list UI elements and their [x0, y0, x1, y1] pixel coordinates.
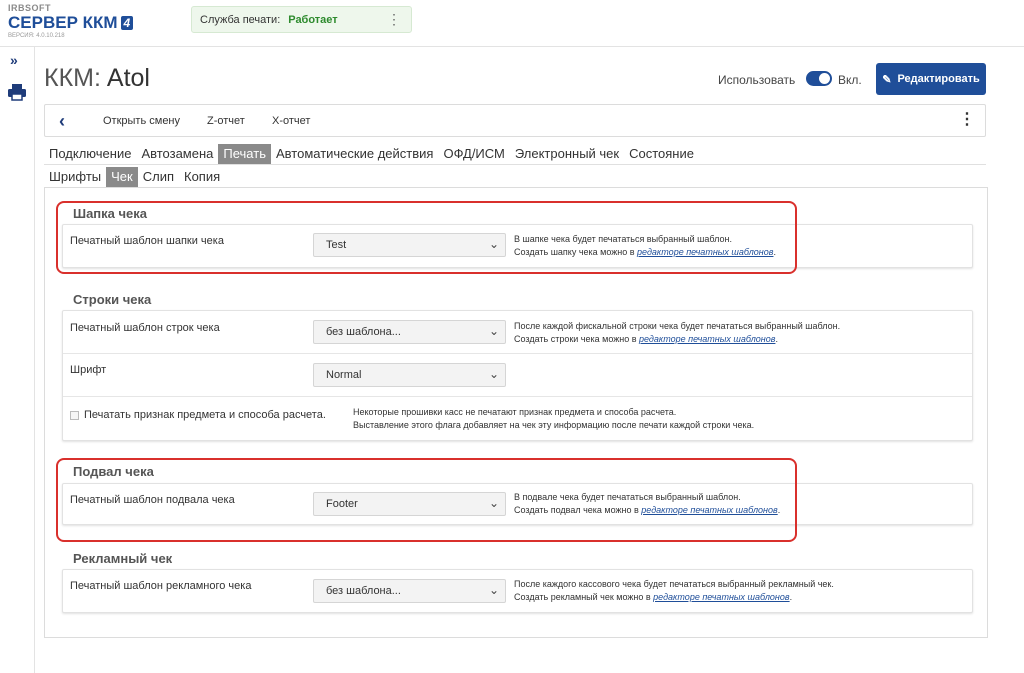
print-attribute-label: Печатать признак предмета и способа расч…	[84, 409, 326, 421]
ad-template-editor-link[interactable]: редакторе печатных шаблонов	[653, 592, 789, 602]
rows-hint-line2: Создать строки чека можно в редакторе пе…	[514, 334, 778, 344]
ad-template-select[interactable]: без шаблона... ⌄	[313, 579, 506, 603]
tab-ofd[interactable]: ОФД/ИСМ	[438, 144, 509, 164]
print-attribute-hint: Некоторые прошивки касс не печатают приз…	[353, 406, 754, 432]
brand-logo: IRBSOFT СЕРВЕР ККМ 4 ВЕРСИЯ: 4.0.10.218	[8, 3, 134, 40]
rows-font-value: Normal	[326, 369, 362, 381]
rows-hint-line1: После каждой фискальной строки чека буде…	[514, 321, 841, 331]
ad-template-row: Печатный шаблон рекламного чека без шабл…	[63, 570, 972, 612]
page-title: ККМ: Atol	[44, 64, 150, 93]
print-service-status: Служба печати: Работает ⋮	[191, 6, 412, 33]
ad-template-label: Печатный шаблон рекламного чека	[70, 580, 252, 592]
rows-template-row: Печатный шаблон строк чека без шаблона..…	[63, 311, 972, 354]
attribute-hint-line1: Некоторые прошивки касс не печатают приз…	[353, 407, 677, 417]
rows-card: Печатный шаблон строк чека без шаблона..…	[62, 310, 973, 441]
service-label: Служба печати:	[200, 13, 281, 26]
highlight-frame-footer	[56, 458, 797, 542]
print-attribute-checkbox[interactable]: Печатать признак предмета и способа расч…	[70, 409, 326, 421]
action-bar: ‹ Открыть смену Z-отчет X-отчет ⋮	[44, 104, 986, 137]
tabs-divider	[44, 164, 986, 165]
rows-template-label: Печатный шаблон строк чека	[70, 322, 220, 334]
ad-hint-line1: После каждого кассового чека будет печат…	[514, 579, 834, 589]
chevron-down-icon: ⌄	[488, 324, 499, 338]
rows-template-hint: После каждой фискальной строки чека буде…	[514, 320, 840, 346]
service-menu-icon[interactable]: ⋮	[387, 11, 401, 27]
rows-template-editor-link[interactable]: редакторе печатных шаблонов	[639, 334, 775, 344]
tab-auto-actions[interactable]: Автоматические действия	[271, 144, 438, 164]
sidebar: »	[0, 47, 35, 673]
ad-hint-line2: Создать рекламный чек можно в редакторе …	[514, 592, 793, 602]
z-report-button[interactable]: Z-отчет	[207, 115, 245, 127]
pencil-icon: ✎	[882, 73, 892, 86]
rows-font-row: Шрифт Normal ⌄	[63, 354, 972, 397]
brand-version-badge: 4	[120, 15, 134, 30]
tab-status[interactable]: Состояние	[624, 144, 699, 164]
use-toggle[interactable]	[806, 71, 832, 86]
tab-autoreplace[interactable]: Автозамена	[136, 144, 218, 164]
rows-template-select[interactable]: без шаблона... ⌄	[313, 320, 506, 344]
ad-template-value: без шаблона...	[326, 585, 401, 597]
edit-button-label: Редактировать	[897, 73, 980, 85]
tab-print[interactable]: Печать	[218, 144, 271, 164]
brand-company: IRBSOFT	[8, 3, 51, 13]
checkbox-box[interactable]	[70, 410, 79, 420]
section-title-rows: Строки чека	[73, 292, 152, 307]
rows-template-value: без шаблона...	[326, 326, 401, 338]
page-title-name: Atol	[106, 64, 150, 92]
toggle-state-label: Вкл.	[838, 73, 862, 87]
x-report-button[interactable]: X-отчет	[272, 115, 310, 127]
attribute-hint-line2: Выставление этого флага добавляет на чек…	[353, 420, 755, 430]
printer-icon[interactable]	[7, 83, 27, 101]
brand-product: СЕРВЕР ККМ 4	[8, 13, 134, 32]
open-shift-button[interactable]: Открыть смену	[103, 115, 180, 127]
back-icon[interactable]: ‹	[59, 111, 65, 132]
page-title-prefix: ККМ:	[44, 64, 101, 92]
subtab-slip[interactable]: Слип	[138, 167, 179, 187]
ad-card: Печатный шаблон рекламного чека без шабл…	[62, 569, 973, 613]
expand-sidebar-icon[interactable]: »	[10, 52, 18, 68]
subtab-copy[interactable]: Копия	[179, 167, 225, 187]
brand-version: ВЕРСИЯ: 4.0.10.218	[8, 33, 65, 39]
tab-e-receipt[interactable]: Электронный чек	[510, 144, 624, 164]
service-status-value: Работает	[288, 13, 338, 26]
highlight-frame-header	[56, 201, 797, 274]
use-label: Использовать	[718, 73, 796, 87]
sub-tabs: Шрифты Чек Слип Копия	[44, 167, 225, 187]
chevron-down-icon: ⌄	[488, 367, 499, 381]
chevron-down-icon: ⌄	[488, 583, 499, 597]
section-title-ad: Рекламный чек	[73, 551, 173, 566]
ad-template-hint: После каждого кассового чека будет печат…	[514, 578, 834, 604]
subtab-receipt[interactable]: Чек	[106, 167, 138, 187]
tab-connection[interactable]: Подключение	[44, 144, 136, 164]
rows-font-select[interactable]: Normal ⌄	[313, 363, 506, 387]
top-bar: IRBSOFT СЕРВЕР ККМ 4 ВЕРСИЯ: 4.0.10.218 …	[0, 0, 1024, 47]
brand-product-name: СЕРВЕР ККМ	[8, 13, 118, 32]
subtab-fonts[interactable]: Шрифты	[44, 167, 106, 187]
rows-attribute-row: Печатать признак предмета и способа расч…	[63, 397, 972, 440]
rows-font-label: Шрифт	[70, 364, 107, 376]
edit-button[interactable]: ✎ Редактировать	[876, 63, 986, 95]
more-actions-icon[interactable]: ⋮	[959, 111, 975, 129]
main-tabs: Подключение Автозамена Печать Автоматиче…	[44, 144, 699, 164]
